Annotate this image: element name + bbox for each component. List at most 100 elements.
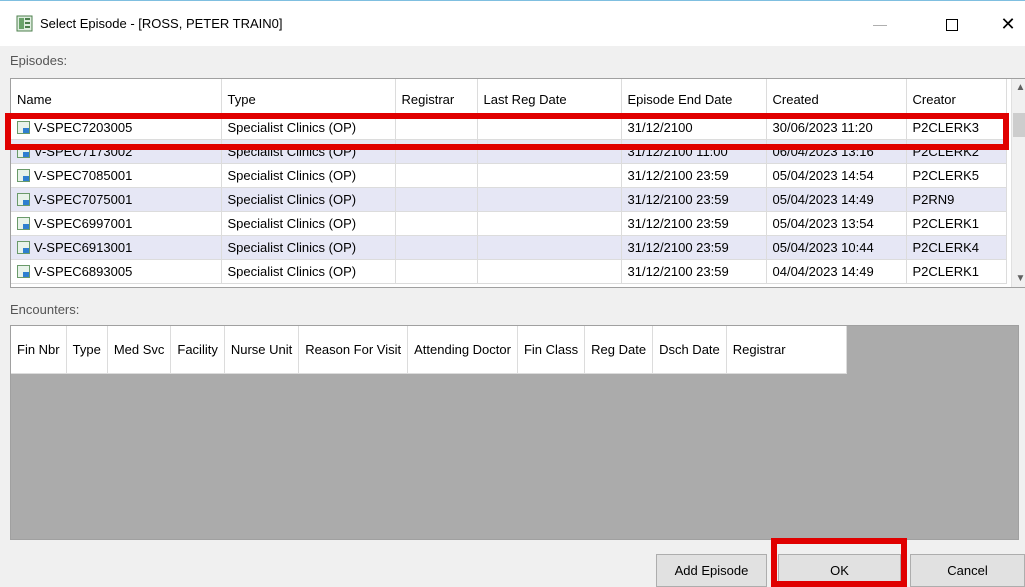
column-header-created[interactable]: Created bbox=[766, 79, 907, 116]
column-header-type[interactable]: Type bbox=[221, 79, 396, 116]
episode-created: 05/04/2023 14:54 bbox=[766, 163, 907, 188]
episode-end-date: 31/12/2100 23:59 bbox=[621, 187, 767, 212]
episode-type: Specialist Clinics (OP) bbox=[221, 235, 396, 260]
column-header-registrar[interactable]: Registrar bbox=[395, 79, 478, 116]
maximize-icon bbox=[946, 18, 958, 31]
episode-end-date: 31/12/2100 23:59 bbox=[621, 163, 767, 188]
close-button[interactable]: ✕ bbox=[988, 9, 1025, 39]
episode-last-reg-date bbox=[477, 235, 622, 260]
episode-creator: P2CLERK3 bbox=[906, 115, 1007, 140]
episode-end-date: 31/12/2100 23:59 bbox=[621, 211, 767, 236]
episode-created: 05/04/2023 13:54 bbox=[766, 211, 907, 236]
episode-type: Specialist Clinics (OP) bbox=[221, 211, 396, 236]
episode-window-icon bbox=[16, 15, 33, 32]
add-episode-button[interactable]: Add Episode bbox=[656, 554, 767, 587]
episode-last-reg-date bbox=[477, 211, 622, 236]
episode-row[interactable]: V-SPEC6997001 Specialist Clinics (OP) 31… bbox=[11, 211, 1007, 236]
encounters-header-row: Fin Nbr Type Med Svc Facility Nurse Unit… bbox=[11, 326, 847, 374]
column-header-facility[interactable]: Facility bbox=[170, 326, 225, 374]
encounters-grid[interactable]: Fin Nbr Type Med Svc Facility Nurse Unit… bbox=[10, 325, 1019, 540]
episodes-label: Episodes: bbox=[10, 53, 68, 68]
column-header-reg-date[interactable]: Reg Date bbox=[584, 326, 654, 374]
episode-row[interactable]: V-SPEC7173002 Specialist Clinics (OP) 31… bbox=[11, 139, 1007, 164]
ok-button[interactable]: OK bbox=[778, 554, 901, 587]
minimize-icon: — bbox=[873, 16, 887, 32]
episode-last-reg-date bbox=[477, 187, 622, 212]
scroll-thumb[interactable] bbox=[1013, 113, 1025, 137]
episode-last-reg-date bbox=[477, 139, 622, 164]
episode-registrar bbox=[395, 163, 478, 188]
episode-icon bbox=[17, 216, 30, 230]
episode-name: V-SPEC6893005 bbox=[34, 263, 133, 279]
episode-row[interactable]: V-SPEC6893005 Specialist Clinics (OP) 31… bbox=[11, 259, 1007, 284]
episode-name: V-SPEC7173002 bbox=[34, 143, 133, 159]
episode-last-reg-date bbox=[477, 259, 622, 284]
episode-name: V-SPEC7203005 bbox=[34, 119, 133, 135]
episode-creator: P2CLERK1 bbox=[906, 259, 1007, 284]
column-header-dsch-date[interactable]: Dsch Date bbox=[652, 326, 727, 374]
minimize-button[interactable]: — bbox=[860, 9, 900, 39]
episode-icon bbox=[17, 168, 30, 182]
scroll-down-icon[interactable]: ▼ bbox=[1012, 270, 1025, 287]
episode-name: V-SPEC7075001 bbox=[34, 191, 133, 207]
episode-icon bbox=[17, 144, 30, 158]
episode-icon bbox=[17, 120, 30, 134]
episode-end-date: 31/12/2100 23:59 bbox=[621, 235, 767, 260]
episode-registrar bbox=[395, 211, 478, 236]
column-header-fin-class[interactable]: Fin Class bbox=[517, 326, 586, 374]
episode-type: Specialist Clinics (OP) bbox=[221, 187, 396, 212]
episode-icon bbox=[17, 192, 30, 206]
episode-row[interactable]: V-SPEC7085001 Specialist Clinics (OP) 31… bbox=[11, 163, 1007, 188]
episodes-table: Name Type Registrar Last Reg Date Episod… bbox=[11, 79, 1007, 284]
episode-name: V-SPEC6997001 bbox=[34, 215, 133, 231]
column-header-episode-end-date[interactable]: Episode End Date bbox=[621, 79, 767, 116]
column-header-type[interactable]: Type bbox=[66, 326, 108, 374]
column-header-fin-nbr[interactable]: Fin Nbr bbox=[11, 326, 67, 374]
episode-registrar bbox=[395, 115, 478, 140]
column-header-name[interactable]: Name bbox=[11, 79, 222, 116]
column-header-creator[interactable]: Creator bbox=[906, 79, 1007, 116]
episodes-scrollbar[interactable]: ▲ ▼ bbox=[1011, 79, 1025, 287]
episodes-grid[interactable]: Name Type Registrar Last Reg Date Episod… bbox=[10, 78, 1025, 288]
scroll-up-icon[interactable]: ▲ bbox=[1012, 79, 1025, 96]
episode-end-date: 31/12/2100 23:59 bbox=[621, 259, 767, 284]
column-header-reason-for-visit[interactable]: Reason For Visit bbox=[298, 326, 409, 374]
encounters-table: Fin Nbr Type Med Svc Facility Nurse Unit… bbox=[11, 326, 847, 374]
episode-created: 06/04/2023 13:16 bbox=[766, 139, 907, 164]
maximize-button[interactable] bbox=[932, 9, 972, 39]
episode-type: Specialist Clinics (OP) bbox=[221, 139, 396, 164]
episode-icon bbox=[17, 264, 30, 278]
episode-registrar bbox=[395, 187, 478, 212]
encounters-label: Encounters: bbox=[10, 302, 80, 317]
episode-type: Specialist Clinics (OP) bbox=[221, 259, 396, 284]
episode-icon bbox=[17, 240, 30, 254]
episode-type: Specialist Clinics (OP) bbox=[221, 163, 396, 188]
episode-creator: P2CLERK2 bbox=[906, 139, 1007, 164]
episode-last-reg-date bbox=[477, 163, 622, 188]
episode-creator: P2RN9 bbox=[906, 187, 1007, 212]
episode-end-date: 31/12/2100 11:00 bbox=[621, 139, 767, 164]
episode-last-reg-date bbox=[477, 115, 622, 140]
episode-created: 05/04/2023 10:44 bbox=[766, 235, 907, 260]
cancel-button[interactable]: Cancel bbox=[910, 554, 1025, 587]
episode-created: 05/04/2023 14:49 bbox=[766, 187, 907, 212]
title-bar: Select Episode - [ROSS, PETER TRAIN0] — … bbox=[0, 0, 1025, 46]
column-header-nurse-unit[interactable]: Nurse Unit bbox=[224, 326, 300, 374]
episode-row[interactable]: V-SPEC7075001 Specialist Clinics (OP) 31… bbox=[11, 187, 1007, 212]
episode-end-date: 31/12/2100 bbox=[621, 115, 767, 140]
episode-created: 30/06/2023 11:20 bbox=[766, 115, 907, 140]
episode-type: Specialist Clinics (OP) bbox=[221, 115, 396, 140]
episode-creator: P2CLERK4 bbox=[906, 235, 1007, 260]
episode-created: 04/04/2023 14:49 bbox=[766, 259, 907, 284]
episode-name: V-SPEC7085001 bbox=[34, 167, 133, 183]
episode-creator: P2CLERK5 bbox=[906, 163, 1007, 188]
episode-name: V-SPEC6913001 bbox=[34, 239, 133, 255]
column-header-registrar[interactable]: Registrar bbox=[726, 326, 847, 374]
window-title: Select Episode - [ROSS, PETER TRAIN0] bbox=[40, 16, 283, 31]
episode-row[interactable]: V-SPEC7203005 Specialist Clinics (OP) 31… bbox=[11, 115, 1007, 140]
column-header-attending-doctor[interactable]: Attending Doctor bbox=[407, 326, 518, 374]
episode-creator: P2CLERK1 bbox=[906, 211, 1007, 236]
column-header-med-svc[interactable]: Med Svc bbox=[107, 326, 172, 374]
column-header-last-reg-date[interactable]: Last Reg Date bbox=[477, 79, 622, 116]
episode-row[interactable]: V-SPEC6913001 Specialist Clinics (OP) 31… bbox=[11, 235, 1007, 260]
